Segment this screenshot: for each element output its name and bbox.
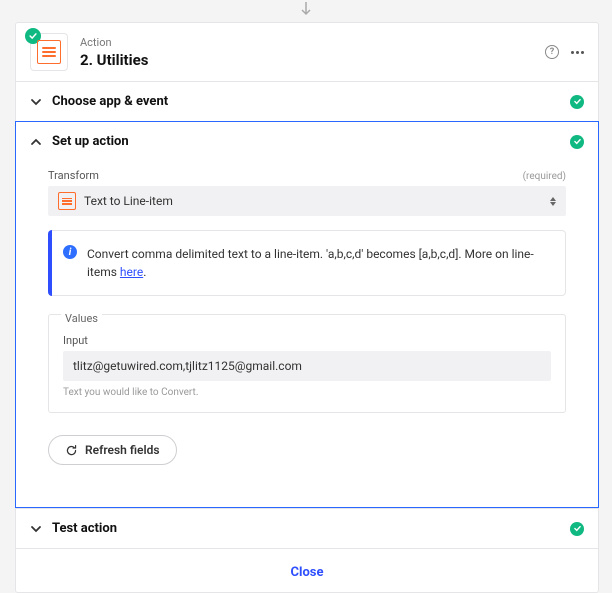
section-title: Set up action <box>52 134 570 149</box>
section-status-check-icon <box>570 135 584 149</box>
chevron-down-icon <box>30 96 42 108</box>
input-field[interactable]: tlitz@getuwired.com,tjlitz1125@gmail.com <box>63 351 551 381</box>
utilities-icon <box>37 40 61 64</box>
section-test-action: Test action <box>16 508 598 548</box>
section-header-setup[interactable]: Set up action <box>16 122 598 161</box>
close-row: Close <box>16 548 598 592</box>
refresh-fields-button[interactable]: Refresh fields <box>48 435 177 465</box>
close-button[interactable]: Close <box>291 565 324 580</box>
values-legend: Values <box>61 312 102 325</box>
section-header-choose[interactable]: Choose app & event <box>16 82 598 121</box>
input-label: Input <box>63 334 551 347</box>
flow-arrow-down-icon <box>300 2 312 22</box>
info-text: Convert comma delimited text to a line-i… <box>87 247 534 279</box>
input-hint: Text you would like to Convert. <box>63 387 551 398</box>
refresh-label: Refresh fields <box>85 443 160 457</box>
select-arrows-icon <box>550 197 556 206</box>
transform-select-icon <box>58 192 76 210</box>
section-choose-app-event: Choose app & event <box>16 81 598 121</box>
transform-label: Transform <box>48 169 99 182</box>
header-label: Action <box>80 36 545 49</box>
action-card: Action 2. Utilities ? Choose app & event… <box>15 22 599 593</box>
app-icon <box>30 33 68 71</box>
info-message: i Convert comma delimited text to a line… <box>48 230 566 296</box>
info-icon: i <box>63 245 77 259</box>
transform-required: (required) <box>523 171 566 182</box>
section-status-check-icon <box>570 95 584 109</box>
section-setup-action: Set up action Transform (required) Text … <box>15 121 599 508</box>
card-header: Action 2. Utilities ? <box>16 23 598 81</box>
section-body-setup: Transform (required) Text to Line-item i… <box>16 161 598 487</box>
more-menu-icon[interactable] <box>571 51 584 54</box>
transform-selected-value: Text to Line-item <box>84 194 173 208</box>
help-icon[interactable]: ? <box>545 45 559 59</box>
section-title: Choose app & event <box>52 94 570 109</box>
info-link[interactable]: here <box>120 265 143 279</box>
refresh-icon <box>65 444 78 457</box>
header-title: 2. Utilities <box>80 51 545 69</box>
transform-select[interactable]: Text to Line-item <box>48 186 566 216</box>
values-fieldset: Values Input tlitz@getuwired.com,tjlitz1… <box>48 314 566 413</box>
chevron-up-icon <box>30 136 42 148</box>
